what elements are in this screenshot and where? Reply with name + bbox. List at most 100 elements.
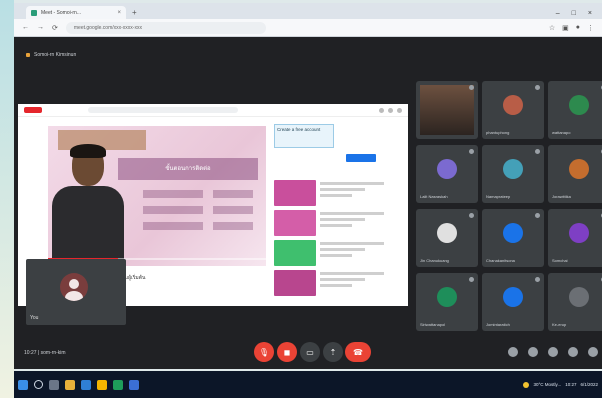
tray-date: 6/1/2022 — [580, 382, 598, 387]
mic-status-icon — [535, 149, 540, 154]
file-explorer-icon[interactable] — [65, 379, 75, 390]
url-field[interactable]: meet.google.com/xxx-xxxx-xxx — [65, 21, 266, 34]
address-bar: ← → ⟳ meet.google.com/xxx-xxxx-xxx ☆ ▣ ●… — [14, 19, 602, 37]
ad-button[interactable] — [346, 154, 376, 162]
youtube-header — [18, 104, 408, 117]
participant-name: Ke-erup — [552, 322, 567, 327]
participant-avatar — [503, 159, 523, 179]
youtube-logo-icon — [24, 107, 42, 113]
window-controls: – □ × — [556, 10, 602, 19]
forward-arrow-icon[interactable]: → — [37, 24, 44, 31]
participant-name: phantuphong — [486, 130, 510, 135]
captions-button[interactable]: ▭ — [300, 342, 320, 362]
mic-status-icon — [535, 277, 540, 282]
chrome-icon[interactable] — [97, 379, 107, 390]
participant-tile[interactable]: Jin Chanukuang — [416, 209, 478, 267]
search-icon[interactable] — [34, 380, 43, 389]
meeting-time: 10:27 | som-rn-kim — [24, 350, 66, 356]
reload-icon[interactable]: ⟳ — [52, 24, 58, 32]
bookmark-icon[interactable]: ☆ — [549, 24, 555, 32]
excel-icon[interactable] — [113, 379, 123, 390]
self-view-tile[interactable]: You — [26, 259, 126, 325]
close-window-button[interactable]: × — [588, 10, 592, 17]
participant-name: Namaprateep — [486, 194, 511, 199]
maximize-button[interactable]: □ — [572, 10, 576, 17]
meet-stage: Somoi-rn Kimsinun ขั้นตอนการติดต่อ Creat… — [14, 37, 602, 369]
mic-status-icon — [535, 213, 540, 218]
present-icon: ⇡ — [329, 347, 337, 357]
slide-line — [143, 222, 203, 230]
participant-tile[interactable]: Somchai — [548, 209, 602, 267]
participant-name: Chanakanitsona — [486, 258, 515, 263]
mic-off-icon: 🎙 — [258, 347, 270, 357]
tab-close-icon[interactable]: × — [117, 10, 121, 16]
mic-button[interactable]: 🎙 — [254, 342, 274, 362]
participant-tile[interactable]: Jorawittika — [548, 145, 602, 203]
camera-button[interactable]: ◼ — [277, 342, 297, 362]
weather-text: 30°C Mostly... — [533, 382, 562, 387]
participant-tile[interactable]: phantuphong — [482, 81, 544, 139]
recommended-video[interactable] — [274, 210, 384, 236]
participant-name: Somchai — [552, 258, 568, 263]
participant-photo — [420, 85, 474, 135]
back-arrow-icon[interactable]: ← — [22, 24, 29, 31]
slide-line — [213, 222, 253, 230]
new-tab-button[interactable]: + — [132, 6, 137, 19]
mic-status-icon — [469, 85, 474, 90]
participant-tile[interactable]: Lalit Nasraskah — [416, 145, 478, 203]
captions-icon: ▭ — [306, 347, 314, 357]
tray-time: 10:27 — [565, 382, 577, 387]
participant-avatar — [503, 95, 523, 115]
slide-line — [213, 190, 253, 198]
participant-avatar — [437, 159, 457, 179]
ad-banner[interactable]: Create a free account — [274, 124, 334, 148]
browser-tabbar: Meet - Somoi-rn... × + – □ × — [14, 3, 602, 19]
participant-tile[interactable]: Namaprateep — [482, 145, 544, 203]
edge-icon[interactable] — [81, 379, 91, 390]
camera-off-icon: ◼ — [283, 347, 291, 357]
present-button[interactable]: ⇡ — [323, 342, 343, 362]
youtube-search-bar — [88, 107, 238, 113]
task-view-icon[interactable] — [49, 379, 59, 390]
self-avatar — [60, 273, 88, 301]
windows-taskbar: 30°C Mostly... 10:27 6/1/2022 — [14, 371, 602, 398]
activities-icon[interactable] — [568, 347, 578, 357]
mic-status-icon — [535, 85, 540, 90]
menu-icon[interactable]: ⋮ — [587, 24, 594, 32]
tab-title: Meet - Somoi-rn... — [41, 9, 82, 16]
mic-status-icon — [469, 149, 474, 154]
people-icon[interactable] — [528, 347, 538, 357]
system-tray: 30°C Mostly... 10:27 6/1/2022 — [523, 381, 598, 388]
participant-tile[interactable]: Ke-erup — [548, 273, 602, 331]
recommended-video[interactable] — [274, 180, 384, 206]
participant-name: Siriwattanapol — [420, 322, 446, 327]
participant-avatar — [569, 287, 589, 307]
participant-tile[interactable]: Jomintaratich — [482, 273, 544, 331]
participant-avatar — [569, 159, 589, 179]
screen-edge — [0, 0, 14, 398]
browser-tab[interactable]: Meet - Somoi-rn... × — [26, 6, 126, 19]
participant-tile[interactable]: Chanakanitsona — [482, 209, 544, 267]
profile-icon[interactable]: ● — [576, 24, 580, 32]
end-call-button[interactable]: ☎ — [345, 342, 371, 362]
minimize-button[interactable]: – — [556, 10, 560, 17]
participant-avatar — [503, 287, 523, 307]
chat-icon[interactable] — [548, 347, 558, 357]
self-name: You — [30, 315, 39, 321]
word-icon[interactable] — [129, 379, 139, 390]
participant-tile[interactable]: Siriwattanapol — [416, 273, 478, 331]
extensions-icon[interactable]: ▣ — [562, 24, 569, 32]
participant-name: Jin Chanukuang — [420, 258, 449, 263]
info-icon[interactable] — [508, 347, 518, 357]
participant-tile[interactable] — [416, 81, 478, 139]
recommended-video[interactable] — [274, 270, 384, 296]
participant-tile[interactable]: wattanapo — [548, 81, 602, 139]
recommended-video[interactable] — [274, 240, 384, 266]
slide-line — [213, 206, 253, 214]
start-button[interactable] — [18, 379, 28, 390]
slide-heading: ขั้นตอนการติดต่อ — [118, 158, 258, 180]
meeting-icon — [26, 53, 30, 57]
participant-avatar — [437, 287, 457, 307]
lock-icon[interactable] — [588, 347, 598, 357]
youtube-video[interactable]: ขั้นตอนการติดต่อ — [48, 126, 266, 266]
